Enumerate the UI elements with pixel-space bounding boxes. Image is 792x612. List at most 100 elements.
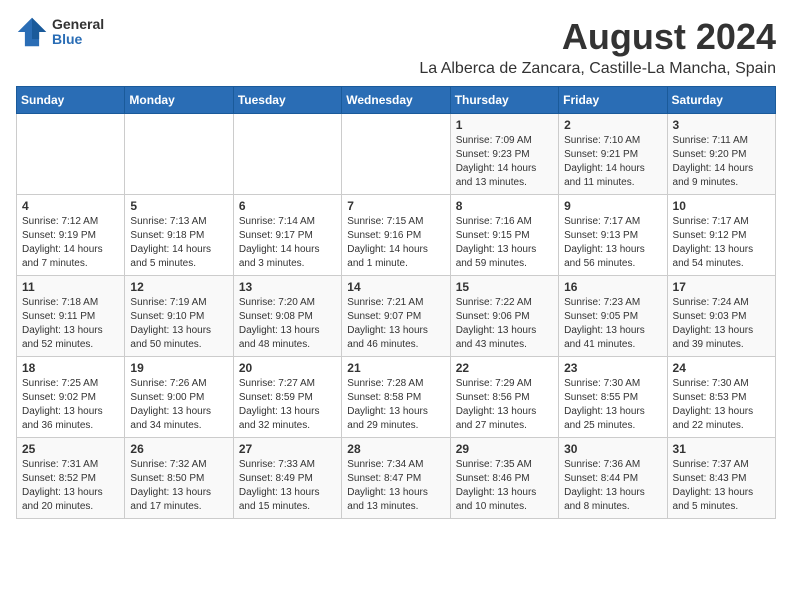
calendar-row: 1 Sunrise: 7:09 AMSunset: 9:23 PMDaylight… — [17, 114, 776, 195]
day-info: Sunrise: 7:22 AMSunset: 9:06 PMDaylight:… — [456, 296, 553, 352]
day-number: 18 — [22, 361, 119, 375]
day-info: Sunrise: 7:29 AMSunset: 8:56 PMDaylight:… — [456, 377, 553, 433]
calendar-body: 1 Sunrise: 7:09 AMSunset: 9:23 PMDaylight… — [17, 114, 776, 519]
day-number: 17 — [673, 280, 770, 294]
day-number: 9 — [564, 199, 661, 213]
logo-text: General Blue — [52, 17, 104, 48]
day-number: 4 — [22, 199, 119, 213]
day-info: Sunrise: 7:36 AMSunset: 8:44 PMDaylight:… — [564, 458, 661, 514]
logo: General Blue — [16, 16, 104, 48]
header-cell-thursday: Thursday — [450, 87, 558, 114]
calendar-cell: 30 Sunrise: 7:36 AMSunset: 8:44 PMDayligh… — [559, 438, 667, 519]
day-info: Sunrise: 7:19 AMSunset: 9:10 PMDaylight:… — [130, 296, 227, 352]
calendar-cell: 31Sunrise: 7:37 AMSunset: 8:43 PMDayligh… — [667, 438, 775, 519]
calendar-cell: 11 Sunrise: 7:18 AMSunset: 9:11 PMDayligh… — [17, 276, 125, 357]
calendar-cell: 26 Sunrise: 7:32 AMSunset: 8:50 PMDayligh… — [125, 438, 233, 519]
calendar-cell: 27 Sunrise: 7:33 AMSunset: 8:49 PMDayligh… — [233, 438, 341, 519]
calendar-cell: 23Sunrise: 7:30 AMSunset: 8:55 PMDayligh… — [559, 357, 667, 438]
calendar-cell: 16 Sunrise: 7:23 AMSunset: 9:05 PMDayligh… — [559, 276, 667, 357]
day-number: 16 — [564, 280, 661, 294]
day-info: Sunrise: 7:14 AMSunset: 9:17 PMDaylight:… — [239, 215, 336, 271]
day-info: Sunrise: 7:20 AMSunset: 9:08 PMDaylight:… — [239, 296, 336, 352]
day-number: 20 — [239, 361, 336, 375]
day-info: Sunrise: 7:18 AMSunset: 9:11 PMDaylight:… — [22, 296, 119, 352]
day-info: Sunrise: 7:25 AMSunset: 9:02 PMDaylight:… — [22, 377, 119, 433]
main-title: August 2024 — [419, 16, 776, 58]
day-info: Sunrise: 7:12 AMSunset: 9:19 PMDaylight:… — [22, 215, 119, 271]
title-block: August 2024 La Alberca de Zancara, Casti… — [419, 16, 776, 78]
day-info: Sunrise: 7:13 AMSunset: 9:18 PMDaylight:… — [130, 215, 227, 271]
calendar-cell: 21Sunrise: 7:28 AMSunset: 8:58 PMDayligh… — [342, 357, 450, 438]
calendar-row: 4 Sunrise: 7:12 AMSunset: 9:19 PMDaylight… — [17, 195, 776, 276]
day-info: Sunrise: 7:17 AMSunset: 9:12 PMDaylight:… — [673, 215, 770, 271]
day-info: Sunrise: 7:24 AMSunset: 9:03 PMDaylight:… — [673, 296, 770, 352]
day-number: 29 — [456, 442, 553, 456]
day-number: 8 — [456, 199, 553, 213]
day-number: 10 — [673, 199, 770, 213]
subtitle: La Alberca de Zancara, Castille-La Manch… — [419, 60, 776, 78]
day-number: 5 — [130, 199, 227, 213]
day-number: 3 — [673, 118, 770, 132]
calendar-header: SundayMondayTuesdayWednesdayThursdayFrid… — [17, 87, 776, 114]
calendar-cell: 24 Sunrise: 7:30 AMSunset: 8:53 PMDayligh… — [667, 357, 775, 438]
day-info: Sunrise: 7:15 AMSunset: 9:16 PMDaylight:… — [347, 215, 444, 271]
calendar-cell: 18 Sunrise: 7:25 AMSunset: 9:02 PMDayligh… — [17, 357, 125, 438]
day-number: 27 — [239, 442, 336, 456]
calendar-cell: 14Sunrise: 7:21 AMSunset: 9:07 PMDayligh… — [342, 276, 450, 357]
header-cell-friday: Friday — [559, 87, 667, 114]
day-info: Sunrise: 7:23 AMSunset: 9:05 PMDaylight:… — [564, 296, 661, 352]
day-info: Sunrise: 7:33 AMSunset: 8:49 PMDaylight:… — [239, 458, 336, 514]
page-header: General Blue August 2024 La Alberca de Z… — [16, 16, 776, 78]
day-number: 13 — [239, 280, 336, 294]
day-number: 14 — [347, 280, 444, 294]
day-info: Sunrise: 7:26 AMSunset: 9:00 PMDaylight:… — [130, 377, 227, 433]
day-number: 22 — [456, 361, 553, 375]
day-number: 12 — [130, 280, 227, 294]
day-info: Sunrise: 7:10 AMSunset: 9:21 PMDaylight:… — [564, 134, 661, 190]
calendar-cell: 3Sunrise: 7:11 AMSunset: 9:20 PMDaylight… — [667, 114, 775, 195]
day-number: 21 — [347, 361, 444, 375]
calendar-cell: 9 Sunrise: 7:17 AMSunset: 9:13 PMDaylight… — [559, 195, 667, 276]
calendar-cell: 8Sunrise: 7:16 AMSunset: 9:15 PMDaylight… — [450, 195, 558, 276]
header-cell-saturday: Saturday — [667, 87, 775, 114]
day-number: 6 — [239, 199, 336, 213]
calendar-cell: 29Sunrise: 7:35 AMSunset: 8:46 PMDayligh… — [450, 438, 558, 519]
calendar-cell: 19 Sunrise: 7:26 AMSunset: 9:00 PMDayligh… — [125, 357, 233, 438]
day-number: 1 — [456, 118, 553, 132]
calendar-cell: 10 Sunrise: 7:17 AMSunset: 9:12 PMDayligh… — [667, 195, 775, 276]
calendar-cell: 28Sunrise: 7:34 AMSunset: 8:47 PMDayligh… — [342, 438, 450, 519]
calendar-cell: 25Sunrise: 7:31 AMSunset: 8:52 PMDayligh… — [17, 438, 125, 519]
day-number: 26 — [130, 442, 227, 456]
calendar-cell — [233, 114, 341, 195]
calendar-cell — [342, 114, 450, 195]
day-number: 25 — [22, 442, 119, 456]
calendar-cell: 12 Sunrise: 7:19 AMSunset: 9:10 PMDayligh… — [125, 276, 233, 357]
header-cell-sunday: Sunday — [17, 87, 125, 114]
day-info: Sunrise: 7:09 AMSunset: 9:23 PMDaylight:… — [456, 134, 553, 190]
day-info: Sunrise: 7:30 AMSunset: 8:55 PMDaylight:… — [564, 377, 661, 433]
header-cell-monday: Monday — [125, 87, 233, 114]
day-number: 19 — [130, 361, 227, 375]
day-info: Sunrise: 7:32 AMSunset: 8:50 PMDaylight:… — [130, 458, 227, 514]
calendar-cell: 20 Sunrise: 7:27 AMSunset: 8:59 PMDayligh… — [233, 357, 341, 438]
day-number: 15 — [456, 280, 553, 294]
day-info: Sunrise: 7:27 AMSunset: 8:59 PMDaylight:… — [239, 377, 336, 433]
day-info: Sunrise: 7:17 AMSunset: 9:13 PMDaylight:… — [564, 215, 661, 271]
day-number: 30 — [564, 442, 661, 456]
day-number: 31 — [673, 442, 770, 456]
day-number: 24 — [673, 361, 770, 375]
day-number: 11 — [22, 280, 119, 294]
calendar-cell: 4 Sunrise: 7:12 AMSunset: 9:19 PMDaylight… — [17, 195, 125, 276]
day-number: 28 — [347, 442, 444, 456]
calendar-cell: 1 Sunrise: 7:09 AMSunset: 9:23 PMDaylight… — [450, 114, 558, 195]
header-cell-wednesday: Wednesday — [342, 87, 450, 114]
calendar-row: 11 Sunrise: 7:18 AMSunset: 9:11 PMDayligh… — [17, 276, 776, 357]
day-number: 7 — [347, 199, 444, 213]
calendar-cell: 7 Sunrise: 7:15 AMSunset: 9:16 PMDaylight… — [342, 195, 450, 276]
calendar-cell — [17, 114, 125, 195]
header-row: SundayMondayTuesdayWednesdayThursdayFrid… — [17, 87, 776, 114]
day-info: Sunrise: 7:30 AMSunset: 8:53 PMDaylight:… — [673, 377, 770, 433]
header-cell-tuesday: Tuesday — [233, 87, 341, 114]
calendar-table: SundayMondayTuesdayWednesdayThursdayFrid… — [16, 86, 776, 519]
logo-icon — [16, 16, 48, 48]
